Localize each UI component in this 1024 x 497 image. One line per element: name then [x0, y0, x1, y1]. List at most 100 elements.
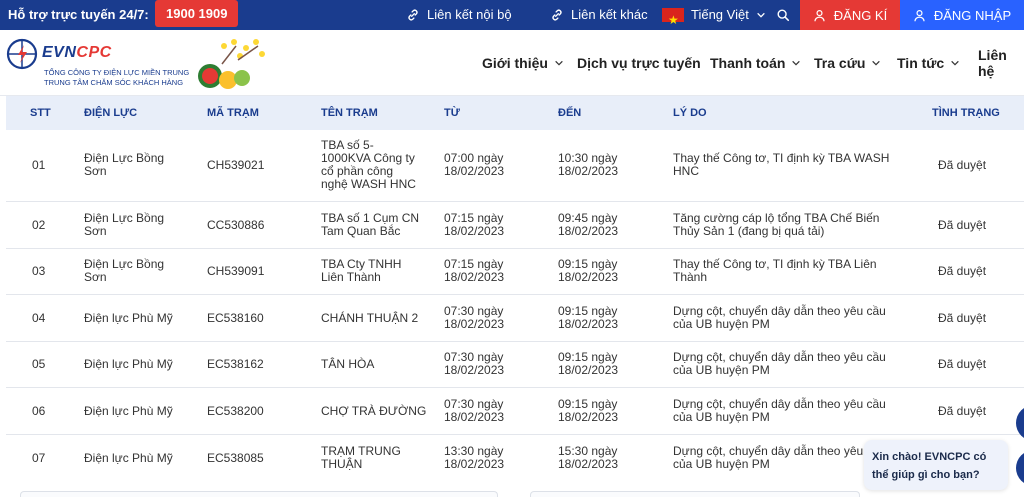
cell-matram: CC530886: [207, 218, 265, 232]
cell-stt: 02: [32, 218, 46, 232]
cell-den: 09:45 ngày 18/02/2023: [558, 211, 619, 238]
chevron-down-icon: [872, 60, 881, 66]
cell-lydo: Tăng cường cáp lộ tổng TBA Chế Biến Thủy …: [673, 211, 880, 238]
chevron-down-icon: [951, 60, 959, 66]
login-button[interactable]: ĐĂNG NHẬP: [900, 0, 1024, 30]
language-label: Tiếng Việt: [691, 7, 749, 22]
nav-lookup-label: Tra cứu: [814, 55, 866, 71]
cell-den: 09:15 ngày 18/02/2023: [558, 350, 619, 377]
cell-tentram: TBA Cty TNHH Liên Thành: [321, 257, 402, 284]
nav-news-label: Tin tức: [897, 55, 945, 71]
chevron-down-icon: [555, 60, 563, 66]
chevron-down-icon: [792, 60, 801, 66]
cell-lydo: Dựng cột, chuyển dây dẫn theo yêu cầu của…: [673, 304, 886, 331]
cell-tentram: TÂN HÒA: [321, 357, 375, 371]
table-header: STT ĐIỆN LỰC MÃ TRẠM TÊN TRẠM TỪ ĐẾN LÝ …: [6, 96, 1024, 130]
hotline-badge[interactable]: 1900 1909: [155, 0, 239, 27]
cell-dienluc: Điện lực Phù Mỹ: [84, 311, 173, 325]
cell-den: 15:30 ngày 18/02/2023: [558, 444, 619, 471]
cell-tinhtrang: Đã duyệt: [938, 158, 987, 172]
col-matram: MÃ TRẠM: [207, 107, 259, 119]
cell-dienluc: Điện Lực Bồng Sơn: [84, 211, 165, 238]
link-icon: [552, 9, 562, 21]
cell-matram: CH539091: [207, 264, 265, 278]
vietnam-flag-icon: [662, 5, 684, 35]
nav-online-services[interactable]: Dịch vụ trực tuyến: [577, 30, 701, 96]
table-row: 06 Điện lực Phù Mỹ EC538200 CHỢ TRÀ ĐƯỜN…: [6, 388, 1024, 435]
cell-tentram: CHỢ TRÀ ĐƯỜNG: [321, 404, 427, 418]
cell-matram: EC538160: [207, 311, 264, 325]
login-label: ĐĂNG NHẬP: [933, 7, 1012, 23]
evn-logo-icon: [6, 38, 38, 70]
site-header: EVNCPC TỔNG CÔNG TY ĐIỆN LỰC MIỀN TRUNG …: [0, 30, 1024, 96]
link-icon: [408, 9, 418, 21]
cell-dienluc: Điện lực Phù Mỹ: [84, 357, 173, 371]
table-row: 01 Điện Lực Bồng Sơn CH539021 TBA số 5- 10…: [6, 130, 1024, 202]
cell-lydo: Thay thế Công tơ, TI định kỳ TBA Liên Thà…: [673, 257, 877, 284]
table-row: 04 Điện lực Phù Mỹ EC538160 CHÁNH THUẬN …: [6, 295, 1024, 342]
cell-tu: 07:00 ngày 18/02/2023: [444, 151, 505, 178]
cell-tentram: TBA số 5- 1000KVA Công ty cổ phần công nghệ…: [321, 138, 416, 191]
cell-matram: EC538162: [207, 357, 264, 371]
table-row: 03 Điện Lực Bồng Sơn CH539091 TBA Cty TNH…: [6, 249, 1024, 295]
logo-subtitle-1: TỔNG CÔNG TY ĐIỆN LỰC MIỀN TRUNG: [44, 68, 190, 77]
cell-tu: 07:30 ngày 18/02/2023: [444, 350, 505, 377]
cell-den: 10:30 ngày 18/02/2023: [558, 151, 619, 178]
cell-stt: 07: [32, 451, 46, 465]
link-other-label: Liên kết khác: [571, 7, 648, 22]
logo-wordmark: EVNCPC: [42, 44, 112, 61]
link-internal-label: Liên kết nội bộ: [427, 7, 512, 22]
cell-stt: 05: [32, 357, 46, 371]
tet-decoration-image: [198, 39, 265, 89]
nav-contact-label: Liên hệ: [978, 47, 1007, 79]
cell-dienluc: Điện Lực Bồng Sơn: [84, 257, 165, 284]
cell-tinhtrang: Đã duyệt: [938, 218, 987, 232]
cell-matram: EC538200: [207, 404, 264, 418]
cell-dienluc: Điện lực Phù Mỹ: [84, 451, 173, 465]
cell-dienluc: Điện lực Phù Mỹ: [84, 404, 173, 418]
chat-line-2: thể giúp gì cho bạn?: [872, 469, 980, 481]
nav-contact[interactable]: Liên hệ: [978, 30, 1024, 96]
register-button[interactable]: ĐĂNG KÍ: [800, 0, 900, 30]
link-internal[interactable]: Liên kết nội bộ: [406, 0, 512, 30]
cell-tinhtrang: Đã duyệt: [938, 311, 987, 325]
cell-tentram: CHÁNH THUẬN 2: [321, 311, 419, 325]
nav-news[interactable]: Tin tức: [897, 30, 960, 96]
cell-tu: 07:15 ngày 18/02/2023: [444, 257, 505, 284]
language-selector[interactable]: Tiếng Việt: [662, 0, 766, 35]
table-row: 02 Điện Lực Bồng Sơn CC530886 TBA số 1 Cụ…: [6, 202, 1024, 249]
nav-lookup[interactable]: Tra cứu: [814, 30, 881, 96]
cell-lydo: Thay thế Công tơ, TI định kỳ TBA WASH HNC: [673, 151, 890, 178]
search-icon: [777, 9, 790, 22]
cell-stt: 03: [32, 264, 46, 278]
cell-tinhtrang: Đã duyệt: [938, 404, 987, 418]
cell-matram: EC538085: [207, 451, 264, 465]
search-button[interactable]: [776, 0, 790, 30]
cell-lydo: Dựng cột, chuyển dây dẫn theo yêu cầu của…: [673, 350, 886, 377]
cell-tinhtrang: Đã duyệt: [938, 357, 987, 371]
cell-lydo: Dựng cột, chuyển dây dẫn theo yêu cầu của…: [673, 444, 886, 471]
nav-intro-label: Giới thiệu: [482, 55, 548, 71]
nav-intro[interactable]: Giới thiệu: [482, 30, 564, 96]
nav-payment-label: Thanh toán: [710, 55, 786, 71]
evncpc-logo[interactable]: EVNCPC TỔNG CÔNG TY ĐIỆN LỰC MIỀN TRUNG …: [6, 38, 206, 90]
cell-tu: 07:30 ngày 18/02/2023: [444, 397, 505, 424]
col-dienluc: ĐIỆN LỰC: [84, 107, 138, 119]
nav-payment[interactable]: Thanh toán: [710, 30, 801, 96]
cell-den: 09:15 ngày 18/02/2023: [558, 257, 619, 284]
col-den: ĐẾN: [558, 107, 582, 119]
cell-matram: CH539021: [207, 158, 265, 172]
bottom-card-edge: [530, 491, 860, 497]
chat-greeting-bubble[interactable]: Xin chào! EVNCPC có thể giúp gì cho bạn?: [864, 440, 1008, 490]
col-tinhtrang: TÌNH TRẠNG: [932, 107, 1000, 119]
cell-tu: 07:15 ngày 18/02/2023: [444, 211, 505, 238]
cell-den: 09:15 ngày 18/02/2023: [558, 397, 619, 424]
link-other[interactable]: Liên kết khác: [550, 0, 648, 30]
cell-tu: 07:30 ngày 18/02/2023: [444, 304, 505, 331]
cell-tinhtrang: Đã duyệt: [938, 264, 987, 278]
cell-tentram: TRẠM TRUNG THUẬN: [321, 444, 401, 471]
cell-tu: 13:30 ngày 18/02/2023: [444, 444, 505, 471]
cell-den: 09:15 ngày 18/02/2023: [558, 304, 619, 331]
cell-lydo: Dựng cột, chuyển dây dẫn theo yêu cầu của…: [673, 397, 886, 424]
col-tentram: TÊN TRẠM: [321, 107, 378, 119]
